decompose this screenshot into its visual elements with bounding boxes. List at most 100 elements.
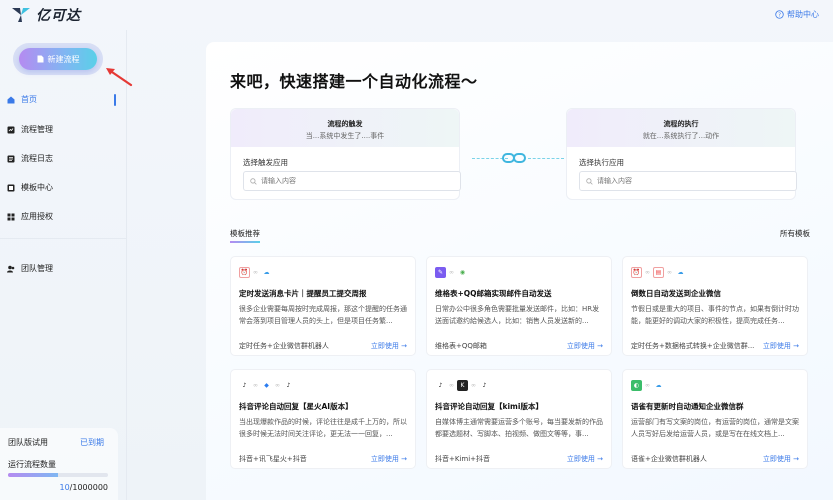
action-app-label: 选择执行应用: [579, 158, 624, 167]
action-subtitle: 就在...系统执行了...动作: [642, 132, 720, 140]
sidebar-item-flow-management[interactable]: 流程管理: [7, 124, 53, 135]
card-description: 当出现爆款作品的时候，评论往往是成千上万的，所以很多时候无法时间关注评论，更无法…: [239, 418, 407, 438]
card-apps-summary: 语雀+企业微信群机器人: [631, 455, 707, 463]
new-flow-button[interactable]: 新建流程: [19, 48, 97, 70]
run-count-total: /1000000: [69, 483, 108, 492]
svg-text:?: ?: [778, 12, 781, 18]
card-description: 很多企业需要每周按时完成周报，那这个提醒的任务通常会落到项目管理人员的头上，但是…: [239, 305, 407, 325]
template-card[interactable]: ⏰ ∞ ☁ 定时发送消息卡片｜提醒员工提交周报 很多企业需要每周按时完成周报，那这个提醒…: [230, 256, 416, 356]
template-card[interactable]: ♪ ∞ ◆ ∞ ♪ 抖音评论自动回复【星火AI版本】 当出现爆款作品的时候，评论往往是成千上…: [230, 369, 416, 469]
trigger-card-header: 流程的触发 当...系统中发生了....事件: [231, 109, 459, 147]
link-icon: ∞: [667, 269, 672, 276]
trigger-subtitle: 当...系统中发生了....事件: [305, 132, 385, 140]
app-icon: ◉: [457, 267, 468, 278]
sidebar-item-label: 模板中心: [21, 183, 53, 192]
template-card[interactable]: ◐ ∞ ☁ 语雀有更新时自动通知企业微信群 运营部门有写文案的岗位，有运营的岗位，通常是…: [622, 369, 808, 469]
use-now-button[interactable]: 立即使用 →: [763, 341, 799, 351]
log-icon: [7, 155, 15, 162]
main-panel: 来吧，快速搭建一个自动化流程～ 流程的触发 当...系统中发生了....事件 选…: [206, 42, 833, 500]
template-card[interactable]: ⏰ ∞ ▤ ∞ ☁ 倒数日自动发送到企业微信 节假日或是重大的项目、事件的节点，如果有倒计时…: [622, 256, 808, 356]
card-title: 抖音评论自动回复【星火AI版本】: [239, 402, 353, 411]
link-icon: ∞: [449, 269, 454, 276]
app-icon: ⏰: [239, 267, 250, 278]
link-icon: ∞: [645, 382, 650, 389]
card-title: 抖音评论自动回复【kimi版本】: [435, 402, 543, 411]
use-now-button[interactable]: 立即使用 →: [371, 454, 407, 464]
app-icon: ☁: [653, 380, 664, 391]
new-flow-label: 新建流程: [47, 54, 80, 64]
home-icon: [7, 96, 15, 103]
trigger-app-label: 选择触发应用: [243, 158, 288, 167]
use-now-button[interactable]: 立即使用 →: [371, 341, 407, 351]
search-icon: [250, 177, 257, 185]
sidebar-item-template-center[interactable]: 模板中心: [7, 182, 53, 193]
sidebar-item-label: 首页: [21, 95, 37, 104]
link-icon: ∞: [275, 382, 280, 389]
card-apps-summary: 抖音+讯飞星火+抖音: [239, 455, 307, 463]
link-icon: ∞: [645, 269, 650, 276]
template-card[interactable]: ✎ ∞ ◉ 维格表+QQ邮箱实现邮件自动发送日常办公中很多角色需要批量发送邮件，比如：…: [426, 256, 612, 356]
search-icon: [586, 177, 593, 185]
run-count-label: 运行流程数量: [8, 460, 56, 469]
flow-icon: [7, 126, 15, 133]
apps-icon: [7, 213, 15, 220]
card-apps-summary: 定时任务+企业微信群机器人: [239, 342, 329, 350]
action-card-header: 流程的执行 就在...系统执行了...动作: [567, 109, 795, 147]
sidebar-item-label: 应用授权: [21, 212, 53, 221]
card-app-icons: ✎ ∞ ◉: [435, 267, 468, 278]
app-icon: ▤: [653, 267, 664, 278]
app-icon: ◐: [631, 380, 642, 391]
help-center-link[interactable]: ? 帮助中心: [775, 9, 819, 20]
logo-icon: [12, 8, 30, 22]
card-apps-summary: 定时任务+数据格式转换+企业微信群...: [631, 342, 755, 350]
trigger-app-input[interactable]: [261, 177, 441, 185]
sidebar-item-label: 流程管理: [21, 125, 53, 134]
card-description: 自媒体博主通常需要运营多个账号，每当要发新的作品都要选题材、写脚本、拍视频、做图…: [435, 418, 603, 438]
page-headline: 来吧，快速搭建一个自动化流程～: [230, 72, 478, 91]
link-icon: ∞: [253, 382, 258, 389]
action-card: 流程的执行 就在...系统执行了...动作 选择执行应用: [566, 108, 797, 200]
app-icon: ◆: [261, 380, 272, 391]
app-logo[interactable]: 亿可达: [10, 5, 81, 25]
card-title: 维格表+QQ邮箱实现邮件自动发送: [435, 289, 552, 298]
app-icon: ♪: [239, 380, 250, 391]
use-now-button[interactable]: 立即使用 →: [763, 454, 799, 464]
link-icon: [502, 153, 526, 163]
template-card[interactable]: ♪ ∞ K ∞ ♪ 抖音评论自动回复【kimi版本】 自媒体博主通常需要运营多个账号，每当要…: [426, 369, 612, 469]
app-icon: K: [457, 380, 468, 391]
document-icon: [37, 55, 43, 63]
trial-expired-badge[interactable]: 已到期: [80, 437, 104, 448]
run-count-progress-fill: [8, 473, 58, 477]
app-icon: ♪: [479, 380, 490, 391]
card-apps-summary: 抖音+Kimi+抖音: [435, 455, 491, 463]
use-now-button[interactable]: 立即使用 →: [567, 454, 603, 464]
card-title: 语雀有更新时自动通知企业微信群: [631, 402, 744, 411]
sidebar-item-app-auth[interactable]: 应用授权: [7, 211, 53, 222]
annotation-arrow: [106, 68, 133, 87]
team-icon: [7, 265, 15, 272]
connector-line-right: [528, 158, 564, 159]
tab-all-templates[interactable]: 所有模板: [780, 228, 810, 239]
action-app-search[interactable]: [579, 171, 797, 191]
trigger-app-search[interactable]: [243, 171, 461, 191]
action-title: 流程的执行: [663, 120, 699, 128]
run-count-used: 10: [59, 483, 70, 492]
link-icon: ∞: [449, 382, 454, 389]
card-title: 定时发送消息卡片｜提醒员工提交周报: [239, 289, 367, 298]
link-icon: ∞: [253, 269, 258, 276]
active-indicator: [114, 94, 116, 106]
tab-recommended[interactable]: 模板推荐: [230, 228, 260, 239]
sidebar-item-home[interactable]: 首页: [7, 94, 37, 105]
use-now-button[interactable]: 立即使用 →: [567, 341, 603, 351]
sidebar-item-team[interactable]: 团队管理: [7, 263, 53, 274]
action-app-input[interactable]: [597, 177, 777, 185]
card-description: 日常办公中很多角色需要批量发送邮件，比如：HR发送面试邀约給候选人，比如：销售人…: [435, 305, 600, 325]
card-app-icons: ◐ ∞ ☁: [631, 380, 664, 391]
app-icon: ✎: [435, 267, 446, 278]
card-app-icons: ⏰ ∞ ▤ ∞ ☁: [631, 267, 686, 278]
tab-underline: [230, 241, 260, 243]
card-title: 倒数日自动发送到企业微信: [631, 289, 721, 298]
trial-title: 团队版试用: [8, 438, 48, 447]
sidebar: 新建流程 首页 流程管理 流程日志 模板中心 应用授权 团队管理 团队版试用 已…: [0, 30, 127, 500]
sidebar-item-flow-log[interactable]: 流程日志: [7, 153, 53, 164]
